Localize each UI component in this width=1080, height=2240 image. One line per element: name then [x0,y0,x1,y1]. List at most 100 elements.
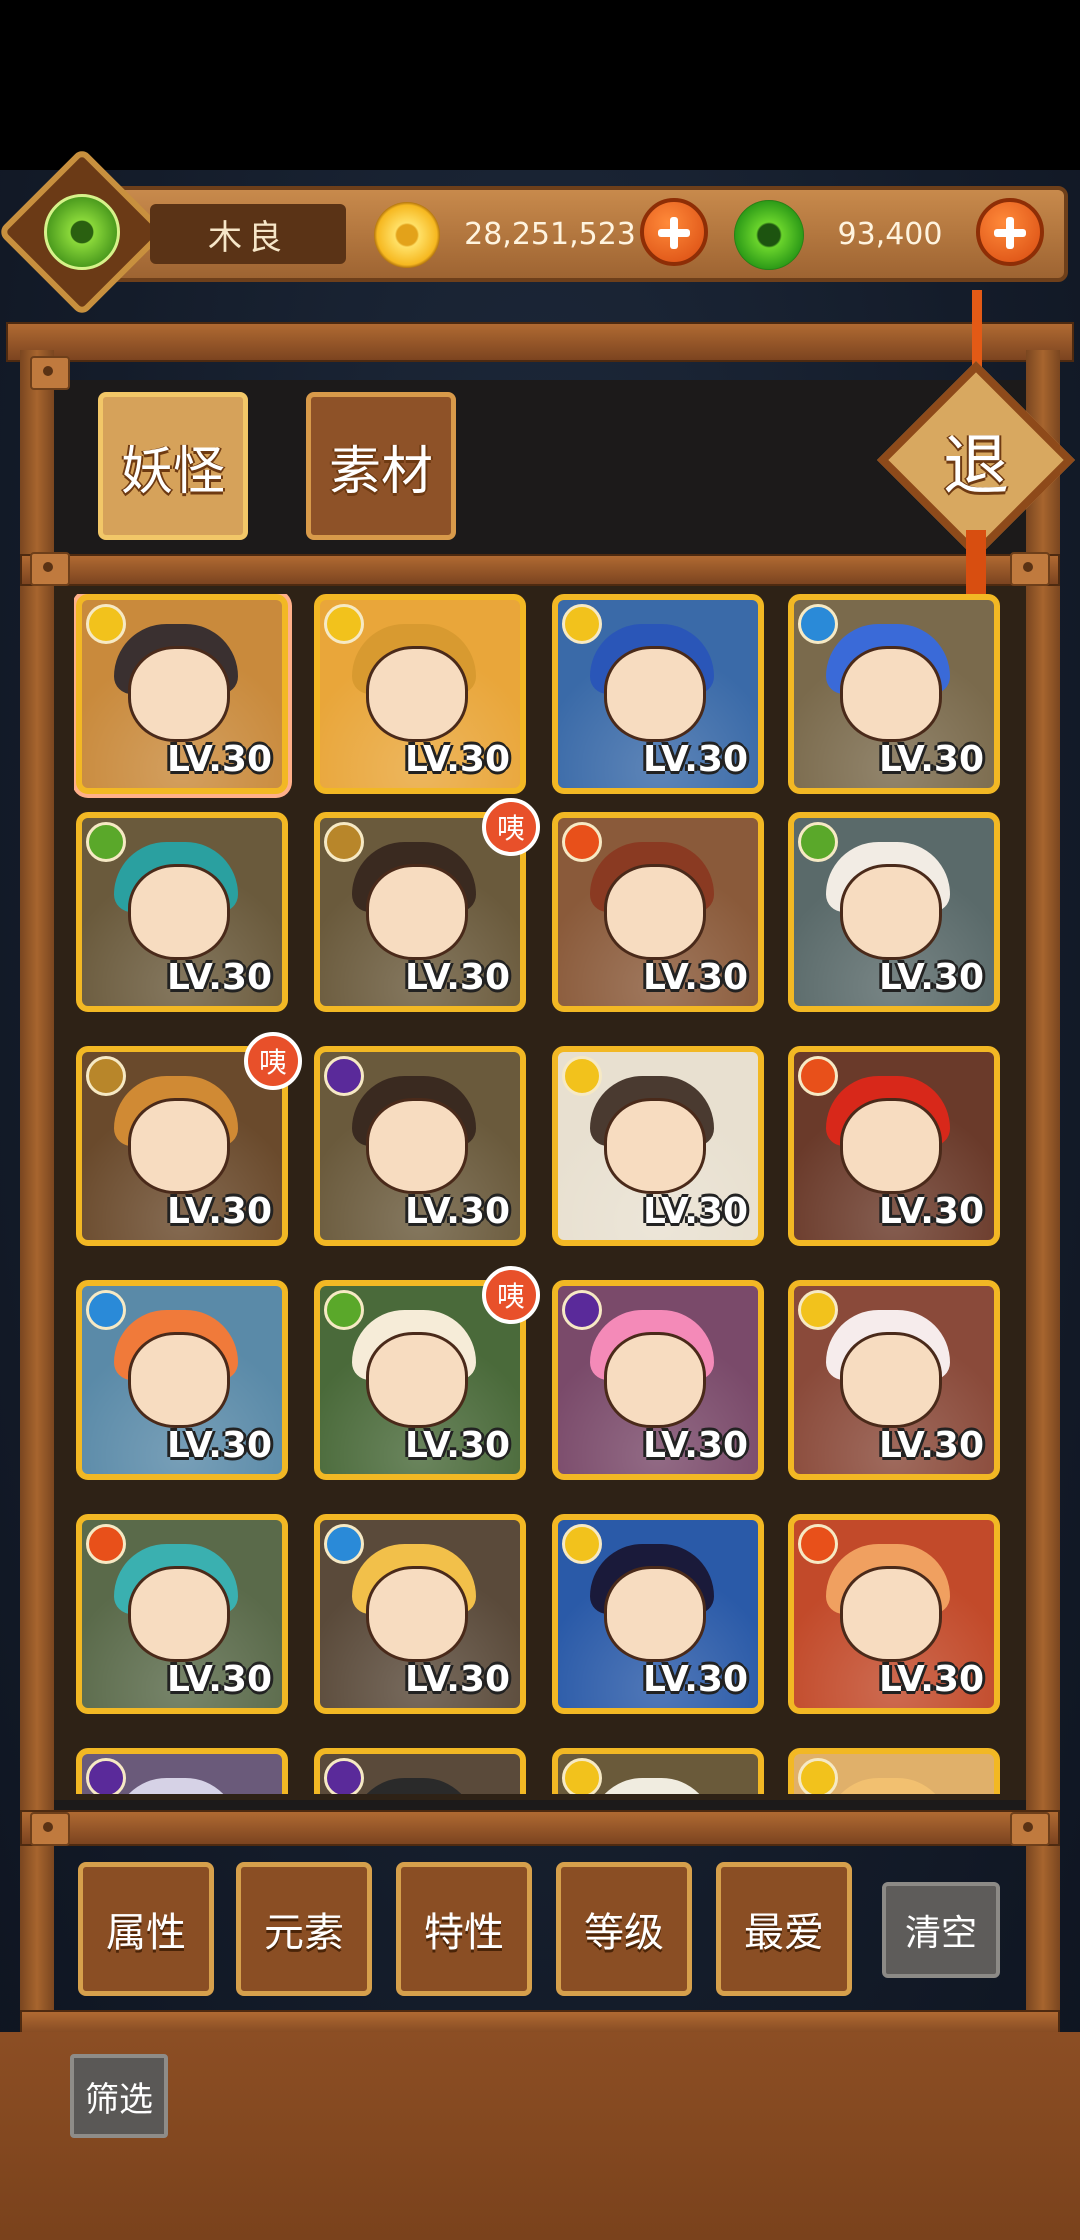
yokai-level: LV.30 [643,739,748,780]
yokai-level: LV.30 [879,739,984,780]
add-coins-button[interactable] [640,198,708,266]
rivet [1010,552,1050,586]
yokai-face [604,864,706,960]
yokai-level: LV.30 [167,1191,272,1232]
jade-icon [734,200,804,270]
water-element-icon [798,604,838,644]
yokai-hair [590,1778,714,1794]
light-element-icon [798,1290,838,1330]
yokai-card[interactable]: LV.30 [788,1046,1000,1246]
yokai-card[interactable]: LV.30 [552,1280,764,1480]
filter-toggle-button[interactable]: 筛选 [70,2054,168,2138]
yokai-hair [114,1778,238,1794]
coin-count: 28,251,523 [464,216,636,252]
yokai-level: LV.30 [879,957,984,998]
filter-attribute-button[interactable]: 属性 [78,1862,214,1996]
water-element-icon [86,1290,126,1330]
yokai-card[interactable] [76,1748,288,1794]
grid-bottom-beam [20,1810,1060,1846]
yokai-level: LV.30 [643,1659,748,1700]
yokai-card[interactable] [788,1748,1000,1794]
wood-element-icon [86,822,126,862]
light-element-icon [562,604,602,644]
yokai-face [128,864,230,960]
add-jade-button[interactable] [976,198,1044,266]
light-element-icon [562,1758,602,1794]
yokai-card-grid: LV.30 LV.30 LV.30 LV.30 LV.30 LV.30 咦 LV.30 LV.3… [74,594,1014,1794]
yokai-card[interactable]: LV.30 [552,1514,764,1714]
clear-filters-button[interactable]: 清空 [882,1882,1000,1978]
coin-icon [374,202,440,268]
dark-element-icon [562,1290,602,1330]
yokai-face [840,864,942,960]
light-element-icon [562,1524,602,1564]
yokai-face [604,1566,706,1662]
yokai-card[interactable]: LV.30 [552,1046,764,1246]
yokai-face [366,646,468,742]
yokai-level: LV.30 [405,1659,510,1700]
avatar-jade-icon[interactable] [44,194,120,270]
yokai-card[interactable] [552,1748,764,1794]
yokai-card[interactable]: LV.30 [314,594,526,794]
light-element-icon [86,604,126,644]
yokai-card[interactable]: LV.30 [76,812,288,1012]
yokai-card[interactable]: LV.30 [788,1514,1000,1714]
yokai-face [840,1566,942,1662]
rivet [30,1812,70,1846]
yokai-card[interactable]: LV.30 [552,812,764,1012]
yokai-face [128,1566,230,1662]
fire-element-icon [798,1524,838,1564]
new-badge: 咦 [482,1266,540,1324]
fire-element-icon [798,1056,838,1096]
yokai-face [128,1332,230,1428]
player-name: 木良 [150,204,346,264]
dark-element-icon [324,1056,364,1096]
yokai-card[interactable]: LV.30 [314,1514,526,1714]
rivet [1010,1812,1050,1846]
yokai-card[interactable]: LV.30 [788,1280,1000,1480]
yokai-card[interactable]: LV.30 [76,594,288,794]
fire-element-icon [86,1524,126,1564]
yokai-face [604,1098,706,1194]
yokai-card[interactable]: LV.30 [788,594,1000,794]
exit-button-label[interactable]: 退 [906,390,1046,530]
cabinet-left-post [20,350,54,2030]
wood-element-icon [798,822,838,862]
filter-element-button[interactable]: 元素 [236,1862,372,1996]
tab-yokai[interactable]: 妖怪 [98,392,248,540]
cabinet-right-post [1026,350,1060,2030]
light-element-icon [562,1056,602,1096]
filter-level-button[interactable]: 等级 [556,1862,692,1996]
yokai-card[interactable] [314,1748,526,1794]
rivet [30,552,70,586]
yokai-card[interactable]: LV.30 [76,1514,288,1714]
tab-shelf-beam [20,554,1060,586]
yokai-face [366,864,468,960]
yokai-level: LV.30 [167,739,272,780]
wood-element-icon [324,1290,364,1330]
earth-element-icon [86,1056,126,1096]
yokai-level: LV.30 [879,1659,984,1700]
water-element-icon [324,1524,364,1564]
filter-favorite-button[interactable]: 最爱 [716,1862,852,1996]
yokai-level: LV.30 [405,957,510,998]
yokai-level: LV.30 [405,739,510,780]
jade-count: 93,400 [837,216,943,252]
cabinet-top-beam [6,322,1074,362]
tab-materials[interactable]: 素材 [306,392,456,540]
yokai-level: LV.30 [167,957,272,998]
yokai-face [840,1332,942,1428]
yokai-card[interactable]: LV.30 [788,812,1000,1012]
yokai-level: LV.30 [167,1425,272,1466]
yokai-level: LV.30 [405,1425,510,1466]
filter-trait-button[interactable]: 特性 [396,1862,532,1996]
new-badge: 咦 [244,1032,302,1090]
yokai-card[interactable]: LV.30 [314,1046,526,1246]
yokai-card[interactable]: LV.30 [552,594,764,794]
light-element-icon [324,604,364,644]
yokai-level: LV.30 [167,1659,272,1700]
yokai-card[interactable]: LV.30 [76,1280,288,1480]
yokai-face [366,1098,468,1194]
yokai-face [840,646,942,742]
yokai-level: LV.30 [643,957,748,998]
